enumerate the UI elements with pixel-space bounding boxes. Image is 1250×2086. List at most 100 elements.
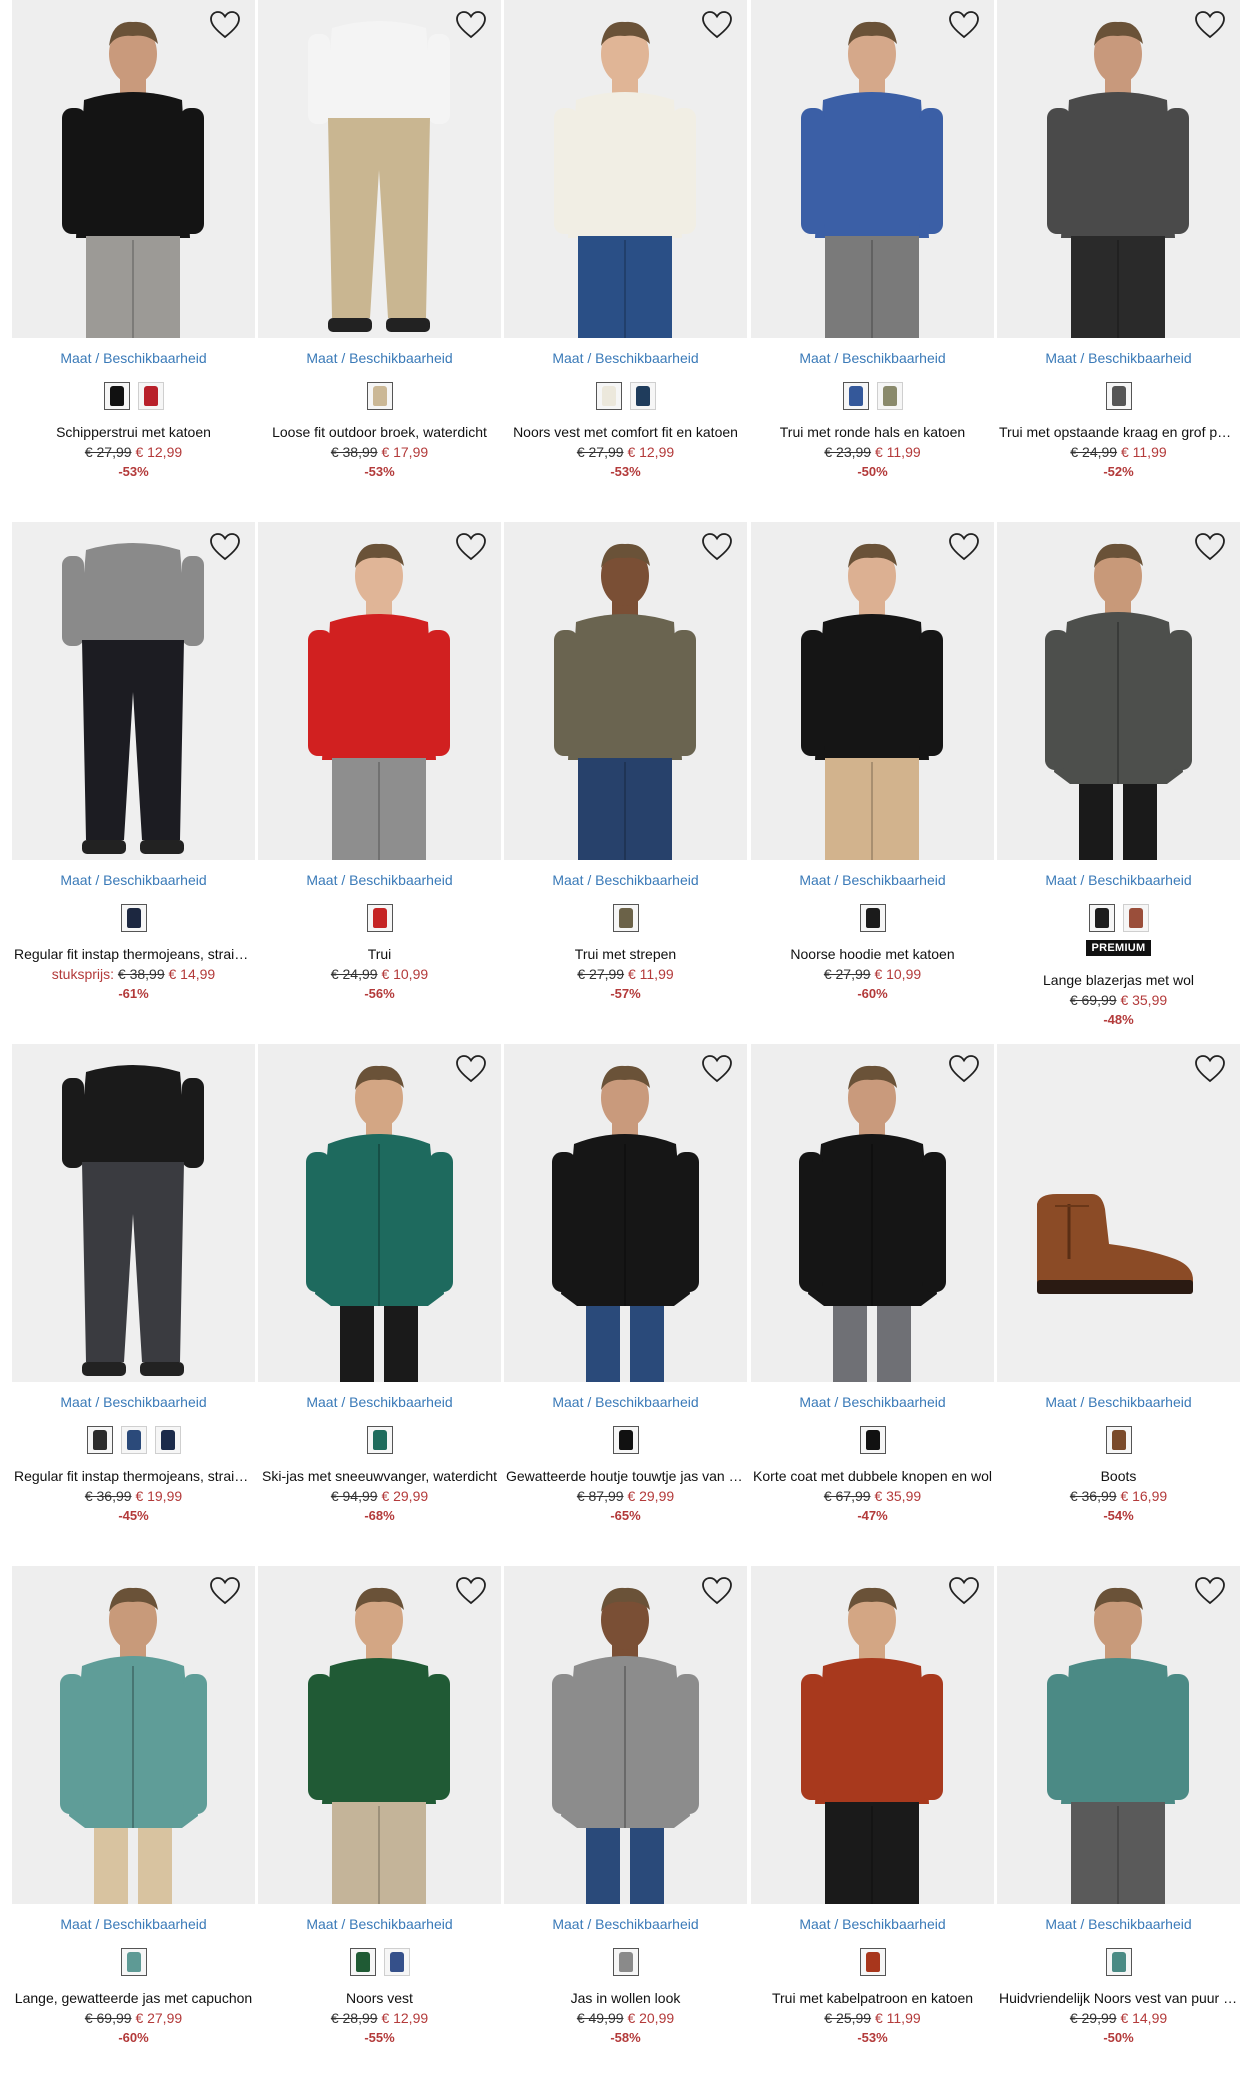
color-swatch[interactable] (1105, 1426, 1132, 1454)
size-availability-link[interactable]: Maat / Beschikbaarheid (504, 1916, 747, 1932)
wishlist-heart-icon[interactable] (1194, 10, 1226, 40)
color-swatch[interactable] (103, 382, 130, 410)
product-name[interactable]: Gewatteerde houtje touwtje jas van wol (506, 1468, 745, 1484)
wishlist-heart-icon[interactable] (701, 1576, 733, 1606)
wishlist-heart-icon[interactable] (701, 532, 733, 562)
product-card[interactable]: Maat / Beschikbaarheid Korte coat met dub… (751, 1044, 994, 1564)
product-image[interactable] (12, 0, 255, 338)
product-name[interactable]: Lange blazerjas met wol (999, 972, 1238, 988)
product-name[interactable]: Noorse hoodie met katoen (753, 946, 992, 962)
product-image[interactable] (258, 522, 501, 860)
wishlist-heart-icon[interactable] (948, 532, 980, 562)
wishlist-heart-icon[interactable] (455, 532, 487, 562)
product-name[interactable]: Noors vest met comfort fit en katoen (506, 424, 745, 440)
product-card[interactable]: Maat / Beschikbaarheid Huidvriendelijk No… (997, 1566, 1240, 2086)
product-image[interactable] (258, 1044, 501, 1382)
product-card[interactable]: Maat / Beschikbaarheid Boots € 36,99 € 16,… (997, 1044, 1240, 1564)
product-card[interactable]: Maat / Beschikbaarheid PREMIUM Lange blaze… (997, 522, 1240, 1042)
color-swatch[interactable] (366, 1426, 393, 1454)
wishlist-heart-icon[interactable] (1194, 1054, 1226, 1084)
wishlist-heart-icon[interactable] (948, 1054, 980, 1084)
product-image[interactable] (258, 1566, 501, 1904)
product-image[interactable] (12, 1044, 255, 1382)
size-availability-link[interactable]: Maat / Beschikbaarheid (997, 1394, 1240, 1410)
product-image[interactable] (504, 522, 747, 860)
product-image[interactable] (751, 0, 994, 338)
size-availability-link[interactable]: Maat / Beschikbaarheid (258, 872, 501, 888)
product-name[interactable]: Trui met strepen (506, 946, 745, 962)
color-swatch[interactable] (366, 904, 393, 932)
product-card[interactable]: Maat / Beschikbaarheid Trui met strepen € … (504, 522, 747, 1042)
wishlist-heart-icon[interactable] (455, 10, 487, 40)
size-availability-link[interactable]: Maat / Beschikbaarheid (258, 1916, 501, 1932)
color-swatch[interactable] (612, 904, 639, 932)
product-name[interactable]: Korte coat met dubbele knopen en wol (753, 1468, 992, 1484)
wishlist-heart-icon[interactable] (701, 1054, 733, 1084)
product-card[interactable]: Maat / Beschikbaarheid Trui met opstaande… (997, 0, 1240, 520)
color-swatch[interactable] (120, 1426, 147, 1454)
size-availability-link[interactable]: Maat / Beschikbaarheid (12, 1916, 255, 1932)
size-availability-link[interactable]: Maat / Beschikbaarheid (12, 872, 255, 888)
color-swatch[interactable] (1122, 904, 1149, 932)
product-card[interactable]: Maat / Beschikbaarheid Trui met kabelpatr… (751, 1566, 994, 2086)
product-card[interactable]: Maat / Beschikbaarheid Loose fit outdoor … (258, 0, 501, 520)
size-availability-link[interactable]: Maat / Beschikbaarheid (997, 1916, 1240, 1932)
product-name[interactable]: Noors vest (260, 1990, 499, 2006)
color-swatch[interactable] (1088, 904, 1115, 932)
size-availability-link[interactable]: Maat / Beschikbaarheid (751, 350, 994, 366)
color-swatch[interactable] (137, 382, 164, 410)
product-card[interactable]: Maat / Beschikbaarheid Jas in wollen look… (504, 1566, 747, 2086)
product-image[interactable] (997, 0, 1240, 338)
product-card[interactable]: Maat / Beschikbaarheid Lange, gewatteerde… (12, 1566, 255, 2086)
product-card[interactable]: Maat / Beschikbaarheid Trui € 24,99 € 10,9… (258, 522, 501, 1042)
product-image[interactable] (258, 0, 501, 338)
product-name[interactable]: Boots (999, 1468, 1238, 1484)
color-swatch[interactable] (349, 1948, 376, 1976)
wishlist-heart-icon[interactable] (209, 10, 241, 40)
product-name[interactable]: Huidvriendelijk Noors vest van puur kato… (999, 1990, 1238, 2006)
size-availability-link[interactable]: Maat / Beschikbaarheid (751, 872, 994, 888)
product-name[interactable]: Trui met ronde hals en katoen (753, 424, 992, 440)
product-card[interactable]: Maat / Beschikbaarheid Noorse hoodie met … (751, 522, 994, 1042)
color-swatch[interactable] (842, 382, 869, 410)
color-swatch[interactable] (1105, 382, 1132, 410)
color-swatch[interactable] (154, 1426, 181, 1454)
product-image[interactable] (751, 1566, 994, 1904)
size-availability-link[interactable]: Maat / Beschikbaarheid (258, 1394, 501, 1410)
product-card[interactable]: Maat / Beschikbaarheid Trui met ronde hal… (751, 0, 994, 520)
product-image[interactable] (997, 1044, 1240, 1382)
wishlist-heart-icon[interactable] (1194, 532, 1226, 562)
wishlist-heart-icon[interactable] (455, 1054, 487, 1084)
product-image[interactable] (12, 522, 255, 860)
product-image[interactable] (504, 1044, 747, 1382)
product-image[interactable] (504, 1566, 747, 1904)
color-swatch[interactable] (595, 382, 622, 410)
color-swatch[interactable] (859, 1426, 886, 1454)
product-card[interactable]: Maat / Beschikbaarheid Noors vest met com… (504, 0, 747, 520)
size-availability-link[interactable]: Maat / Beschikbaarheid (504, 1394, 747, 1410)
color-swatch[interactable] (876, 382, 903, 410)
wishlist-heart-icon[interactable] (1194, 1576, 1226, 1606)
product-image[interactable] (997, 1566, 1240, 1904)
size-availability-link[interactable]: Maat / Beschikbaarheid (997, 350, 1240, 366)
product-name[interactable]: Trui met kabelpatroon en katoen (753, 1990, 992, 2006)
product-name[interactable]: Jas in wollen look (506, 1990, 745, 2006)
product-name[interactable]: Trui (260, 946, 499, 962)
color-swatch[interactable] (612, 1426, 639, 1454)
wishlist-heart-icon[interactable] (209, 1576, 241, 1606)
product-card[interactable]: Maat / Beschikbaarheid Regular fit instap… (12, 1044, 255, 1564)
product-name[interactable]: Loose fit outdoor broek, waterdicht (260, 424, 499, 440)
product-card[interactable]: Maat / Beschikbaarheid Schipperstrui met … (12, 0, 255, 520)
color-swatch[interactable] (859, 1948, 886, 1976)
color-swatch[interactable] (86, 1426, 113, 1454)
product-name[interactable]: Regular fit instap thermojeans, straight (14, 1468, 253, 1484)
product-name[interactable]: Schipperstrui met katoen (14, 424, 253, 440)
size-availability-link[interactable]: Maat / Beschikbaarheid (258, 350, 501, 366)
wishlist-heart-icon[interactable] (455, 1576, 487, 1606)
size-availability-link[interactable]: Maat / Beschikbaarheid (504, 872, 747, 888)
size-availability-link[interactable]: Maat / Beschikbaarheid (12, 1394, 255, 1410)
wishlist-heart-icon[interactable] (701, 10, 733, 40)
product-image[interactable] (12, 1566, 255, 1904)
product-card[interactable]: Maat / Beschikbaarheid Ski-jas met sneeuw… (258, 1044, 501, 1564)
product-card[interactable]: Maat / Beschikbaarheid Regular fit instap… (12, 522, 255, 1042)
